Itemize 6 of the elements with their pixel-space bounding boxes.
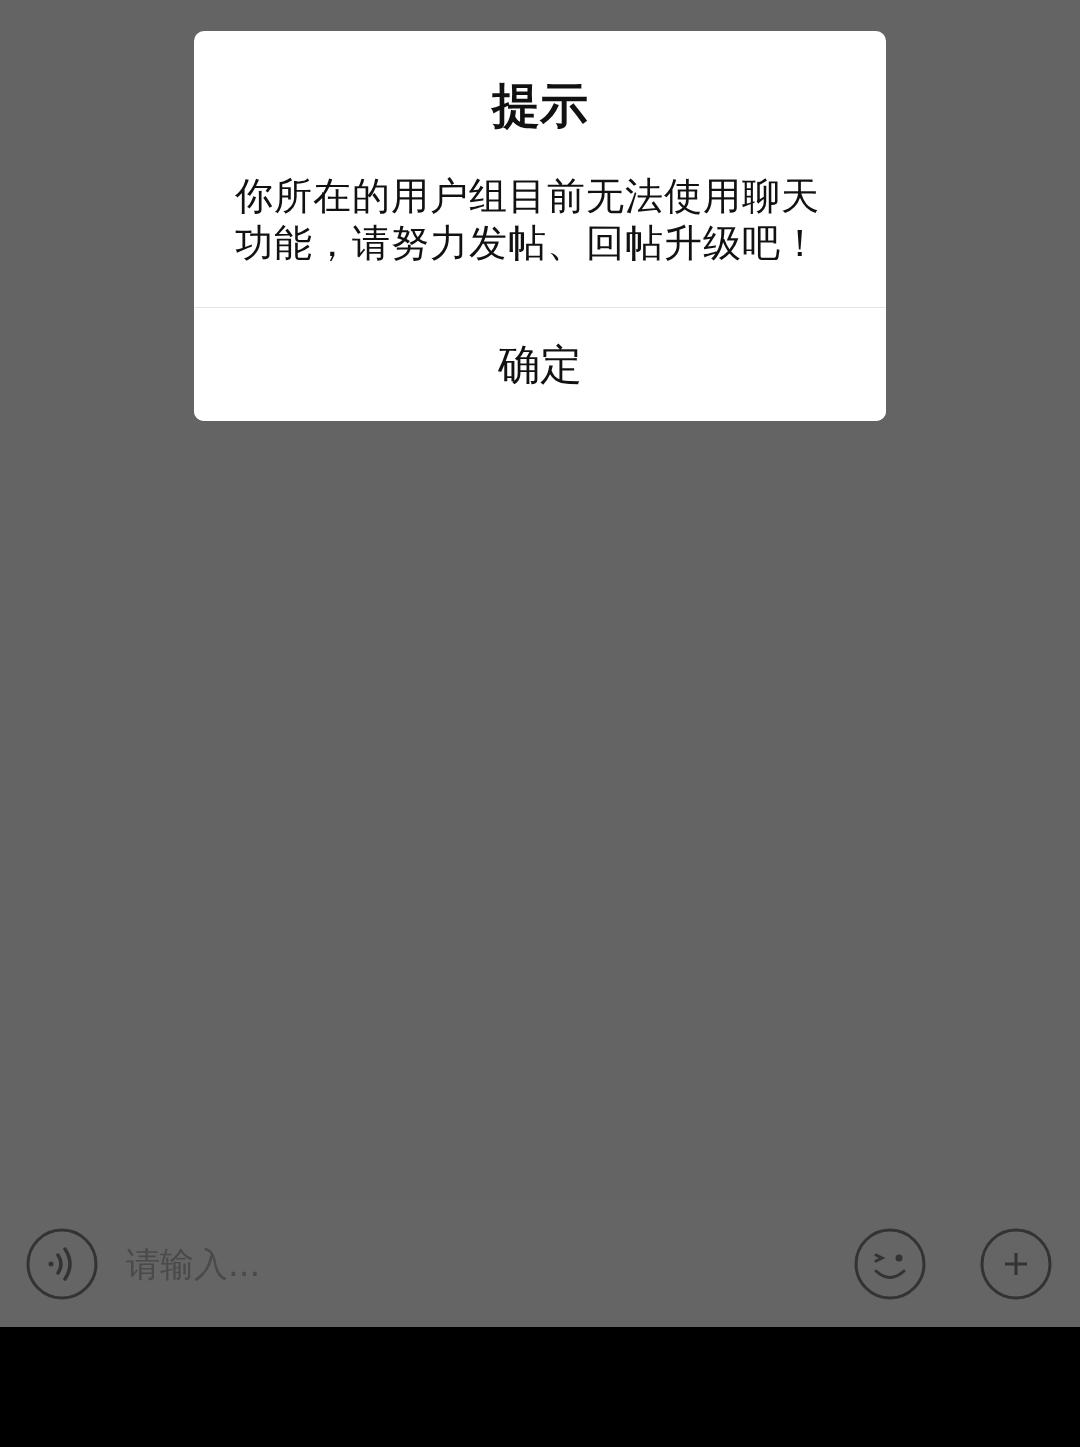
dialog-message: 你所在的用户组目前无法使用聊天功能，请努力发帖、回帖升级吧！: [235, 173, 821, 267]
emoji-icon[interactable]: [854, 1227, 926, 1300]
voice-icon[interactable]: [26, 1227, 98, 1300]
confirm-button[interactable]: 确定: [194, 307, 886, 421]
add-icon[interactable]: [980, 1227, 1052, 1300]
dialog-title: 提示: [492, 76, 588, 135]
